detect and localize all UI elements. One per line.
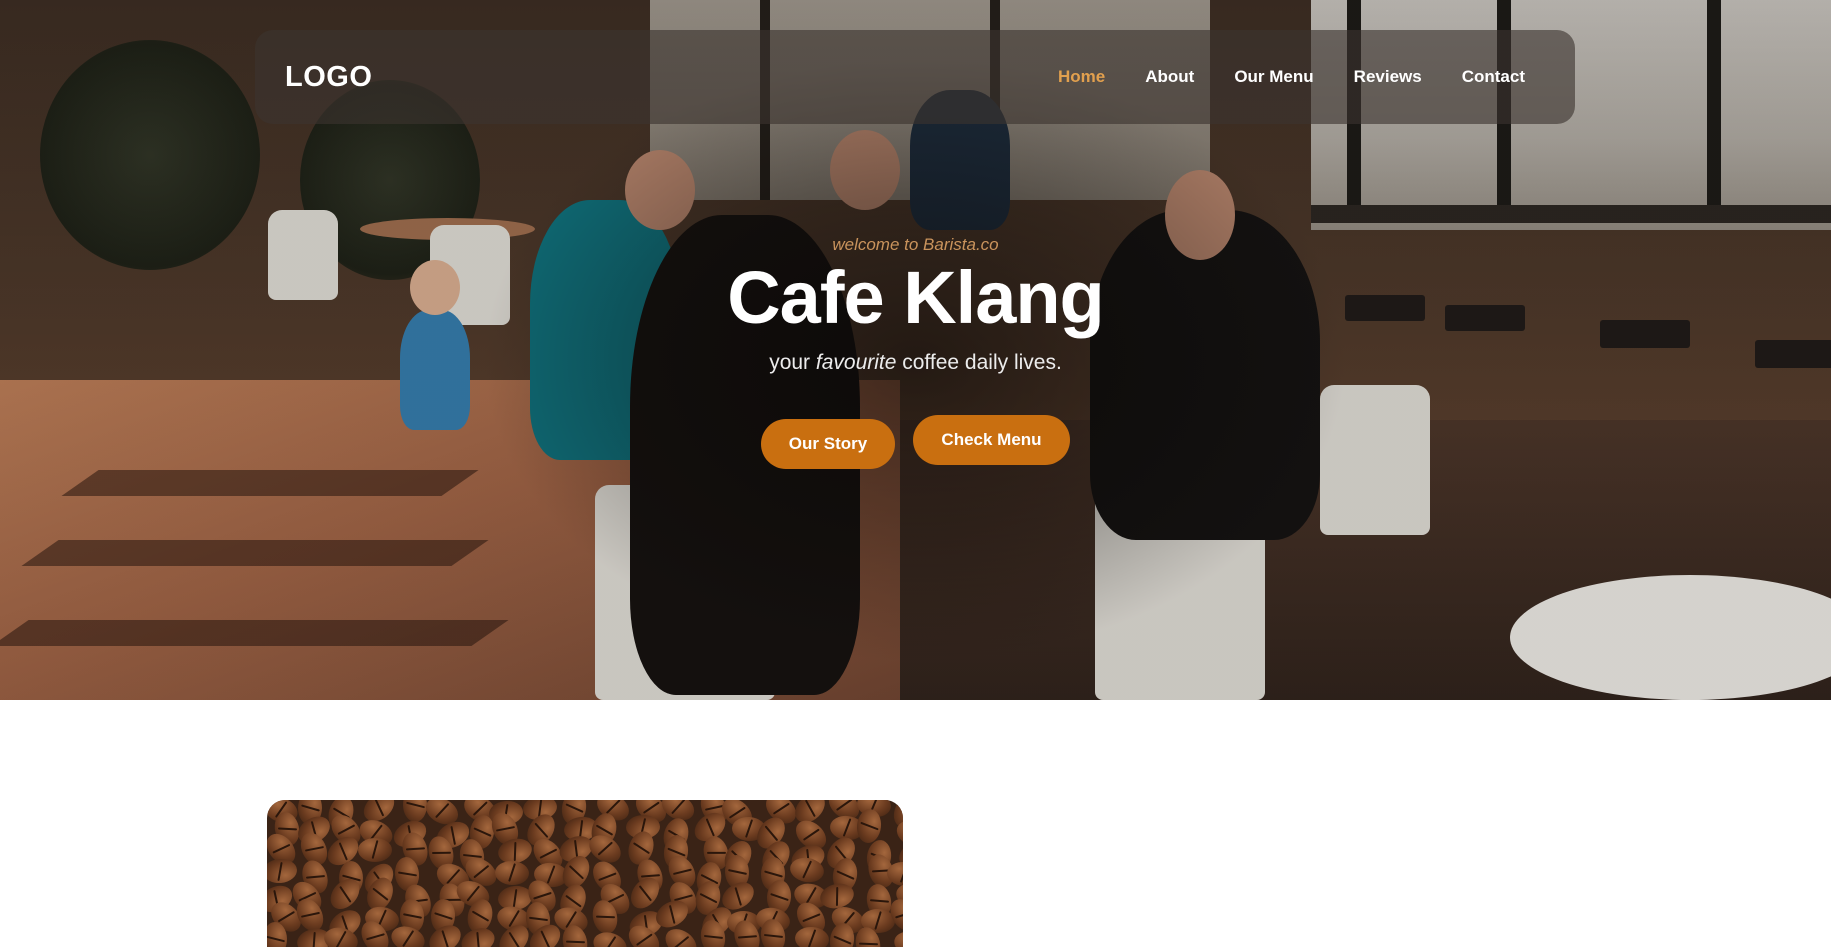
logo[interactable]: LOGO [285,61,372,94]
coffee-bean [357,837,392,862]
tagline-part: coffee daily lives. [896,351,1062,374]
coffee-bean [891,927,903,947]
hero-title: Cafe Klang [727,256,1105,339]
tagline-emphasis: favourite [815,351,897,374]
our-story-button[interactable]: Our Story [761,419,895,469]
check-menu-button[interactable]: Check Menu [913,415,1070,465]
nav-links: Home About Our Menu Reviews Contact [1058,67,1525,87]
coffee-bean [267,857,299,885]
nav-link-reviews[interactable]: Reviews [1354,67,1422,87]
hero-buttons: Our Story Check Menu [0,415,1831,469]
coffee-beans-image [267,800,903,947]
nav-link-contact[interactable]: Contact [1462,67,1525,87]
hero-content: welcome to Barista.co Cafe Klang your fa… [0,235,1831,469]
hero-welcome-text: welcome to Barista.co [832,235,999,254]
nav-link-about[interactable]: About [1145,67,1194,87]
nav-link-home[interactable]: Home [1058,67,1105,87]
coffee-bean [794,925,831,947]
coffee-bean [402,800,428,822]
coffee-bean [458,924,499,947]
hero-tagline: your favourite coffee daily lives. [0,351,1831,375]
coffee-bean [494,860,530,887]
nav-link-our-menu[interactable]: Our Menu [1234,67,1313,87]
tagline-part: your [769,351,816,374]
navbar: LOGO Home About Our Menu Reviews Contact [255,30,1575,124]
